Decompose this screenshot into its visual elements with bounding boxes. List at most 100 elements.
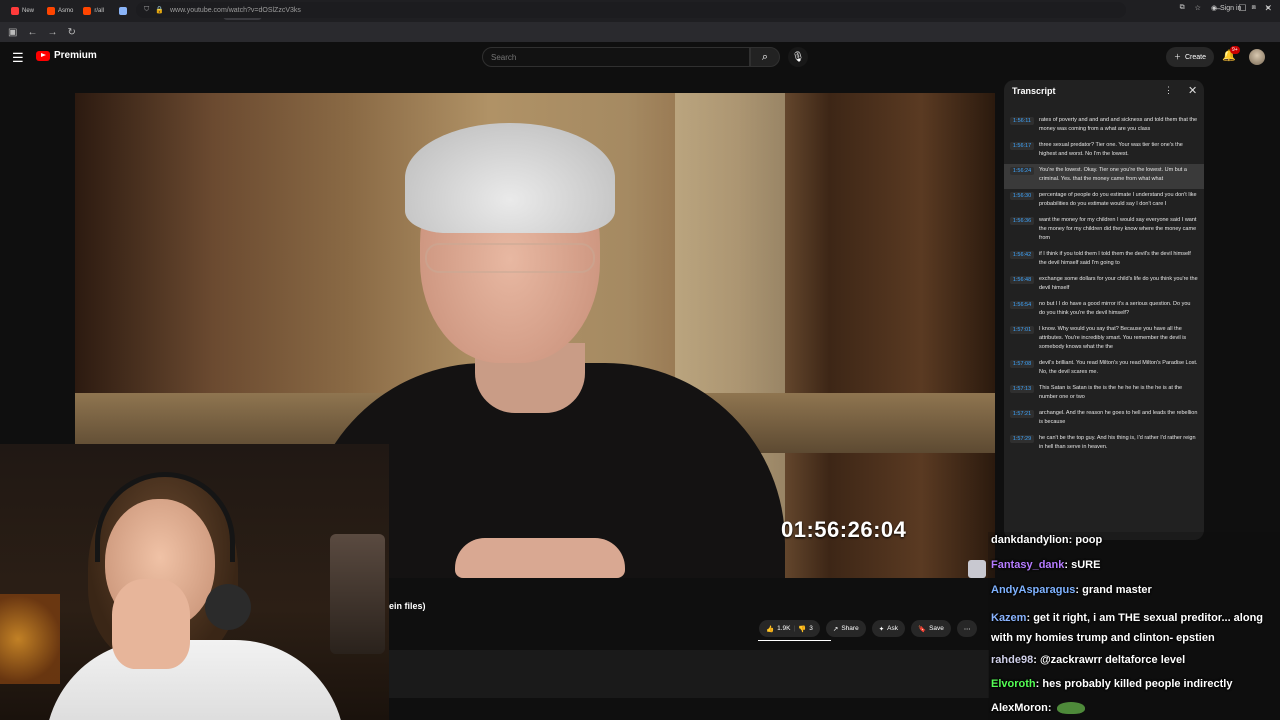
transcript-segment[interactable]: 1:56:54 no but I I do have a good mirror … — [1004, 298, 1204, 323]
chat-message: AndyAsparagus: grand master — [991, 584, 1152, 596]
shield-icon[interactable]: ⛉ — [144, 6, 149, 14]
browser-tab-label: Asmo — [58, 8, 74, 14]
avatar[interactable] — [1249, 49, 1265, 65]
segment-timestamp[interactable]: 1:56:36 — [1010, 217, 1034, 225]
more-options-icon[interactable]: ⋮ — [1164, 85, 1173, 96]
microphone — [205, 584, 251, 630]
segment-text: I know. Why would you say that? Because … — [1039, 326, 1187, 350]
transcript-segment[interactable]: 1:57:01 I know. Why would you say that? B… — [1004, 323, 1204, 357]
extensions-icon[interactable]: ⧈ — [1251, 4, 1255, 12]
segment-text: three sexual predator? Tier one. Your wa… — [1039, 142, 1183, 157]
transcript-segment[interactable]: 1:56:36 want the money for my children I … — [1004, 214, 1204, 248]
back-icon[interactable]: ← — [27, 27, 37, 38]
chat-username[interactable]: AlexMoron — [991, 702, 1048, 714]
transcript-segment[interactable]: 1:56:48 exchange some dollars for your ch… — [1004, 273, 1204, 298]
bookmark-icon[interactable]: ☆ — [1195, 4, 1201, 12]
stream-chat: dankdandylion: poop Fantasy_dank: sURE And… — [968, 532, 1280, 720]
segment-timestamp[interactable]: 1:56:11 — [1010, 117, 1034, 125]
chat-username[interactable]: Elvoroth — [991, 678, 1036, 690]
chat-username[interactable]: AndyAsparagus — [991, 584, 1075, 596]
screenshot-icon[interactable]: ⧉ — [1180, 4, 1185, 12]
video-actions: 👍 1.9K | 👎 3 ↗ Share ✦ Ask 🔖 Save ⋯ — [759, 620, 978, 637]
chat-separator: : — [1047, 702, 1055, 714]
browser-tab[interactable]: New — [6, 2, 42, 20]
user-icon: ◉ — [1210, 5, 1218, 12]
like-button[interactable]: 👍 1.9K | 👎 3 — [759, 620, 820, 637]
segment-timestamp[interactable]: 1:57:13 — [1010, 385, 1034, 393]
hamburger-menu-icon[interactable]: ☰ — [12, 50, 24, 66]
browser-toolbar-right: ⧉ ☆ ◉ Sign in ⧈ ≡ — [1180, 4, 1270, 12]
save-button[interactable]: 🔖 Save — [911, 620, 951, 637]
thumbs-down-icon[interactable]: 👎 — [798, 625, 806, 633]
chat-username[interactable]: dankdandylion — [991, 534, 1069, 546]
segment-timestamp[interactable]: 1:56:54 — [1010, 301, 1034, 309]
search-input[interactable] — [482, 47, 750, 67]
lock-icon[interactable]: 🔒 — [155, 6, 164, 14]
close-icon[interactable]: ✕ — [1188, 84, 1197, 97]
transcript-segment[interactable]: 1:57:08 devil's brilliant. You read Milto… — [1004, 357, 1204, 382]
segment-timestamp[interactable]: 1:57:21 — [1010, 410, 1034, 418]
chat-separator: : — [1033, 654, 1040, 666]
segment-timestamp[interactable]: 1:56:17 — [1010, 142, 1034, 150]
description-box[interactable] — [389, 650, 989, 698]
browser-tab[interactable]: r/all — [78, 2, 114, 20]
microphone-icon: 🎙 — [791, 51, 805, 63]
video-person-hair — [405, 123, 615, 233]
browser-tab[interactable]: Asmo — [42, 2, 78, 20]
chat-message: AlexMoron: — [991, 702, 1085, 715]
video-title: ein files) — [389, 601, 426, 611]
chat-username[interactable]: rahde98 — [991, 654, 1033, 666]
transcript-segment[interactable]: 1:57:13 This Satan is Satan is the is the… — [1004, 382, 1204, 407]
transcript-segment[interactable]: 1:56:30 percentage of people do you estim… — [1004, 189, 1204, 214]
thumbs-up-icon: 👍 — [766, 625, 775, 633]
segment-timestamp[interactable]: 1:56:30 — [1010, 192, 1034, 200]
share-button[interactable]: ↗ Share — [825, 620, 866, 637]
segment-text: percentage of people do you estimate I u… — [1039, 192, 1197, 207]
page-icon — [119, 7, 128, 15]
menu-icon[interactable]: ≡ — [1266, 5, 1270, 12]
segment-timestamp[interactable]: 1:57:08 — [1010, 360, 1034, 368]
voice-search-button[interactable]: 🎙 — [788, 47, 808, 67]
create-button[interactable]: ＋ Create — [1166, 47, 1215, 67]
more-actions-button[interactable]: ⋯ — [956, 620, 978, 637]
emote-icon — [1056, 702, 1085, 715]
segment-text: This Satan is Satan is the is the he he … — [1039, 385, 1183, 400]
browser-tab-label: r/all — [94, 8, 105, 14]
transcript-segment[interactable]: 1:56:42 if I think if you told them I tol… — [1004, 248, 1204, 273]
transcript-segment[interactable]: 1:57:29 he can't be the top guy. And his … — [1004, 432, 1204, 457]
transcript-segment[interactable]: 1:56:17 three sexual predator? Tier one. … — [1004, 139, 1204, 164]
segment-timestamp[interactable]: 1:56:48 — [1010, 276, 1034, 284]
chat-message: Kazem: get it right, i am THE sexual pre… — [991, 608, 1280, 648]
transcript-segment[interactable]: 1:56:24 You're the lowest. Okay. Tier one… — [1004, 164, 1204, 189]
sidebar-toggle-icon[interactable]: ▣ — [8, 27, 17, 38]
chat-text: @zackrawrr deltaforce level — [1039, 654, 1186, 666]
logo-text: Premium — [54, 50, 97, 61]
segment-timestamp[interactable]: 1:57:29 — [1010, 435, 1034, 443]
reload-icon[interactable]: ↻ — [67, 27, 75, 38]
segment-text: You're the lowest. Okay. Tier one you're… — [1039, 167, 1187, 182]
streamer-webcam — [0, 444, 389, 720]
youtube-logo[interactable]: Premium — [36, 50, 97, 61]
forward-icon[interactable]: → — [47, 27, 57, 38]
segment-timestamp[interactable]: 1:56:24 — [1010, 167, 1034, 175]
search-button[interactable]: ⌕ — [750, 47, 780, 67]
url-field[interactable]: ⛉ 🔒 www.youtube.com/watch?v=dOSlZzcV3ks — [136, 2, 1126, 18]
segment-timestamp[interactable]: 1:56:42 — [1010, 251, 1034, 259]
channel-logo-icon — [968, 560, 986, 578]
sign-in-button[interactable]: ◉ Sign in — [1210, 4, 1242, 13]
chat-username[interactable]: Fantasy_dank — [991, 559, 1064, 571]
webcam-lamp — [330, 534, 385, 654]
headset-icon — [95, 472, 235, 562]
chat-username[interactable]: Kazem — [991, 612, 1026, 624]
video-person-hands — [455, 538, 625, 578]
chat-message: dankdandylion: poop — [991, 534, 1102, 546]
browser-tab-label: New — [22, 8, 35, 14]
reddit-icon — [47, 7, 55, 15]
segment-timestamp[interactable]: 1:57:01 — [1010, 326, 1034, 334]
ask-button[interactable]: ✦ Ask — [871, 620, 905, 637]
transcript-header: Transcript ⋮ ✕ — [1004, 80, 1204, 102]
transcript-segment[interactable]: 1:57:21 archangel. And the reason he goes… — [1004, 407, 1204, 432]
segment-text: he can't be the top guy. And his thing i… — [1039, 435, 1196, 450]
webcam-shelf — [0, 594, 60, 684]
transcript-segment[interactable]: 1:56:11 rates of poverty and and and and … — [1004, 114, 1204, 139]
